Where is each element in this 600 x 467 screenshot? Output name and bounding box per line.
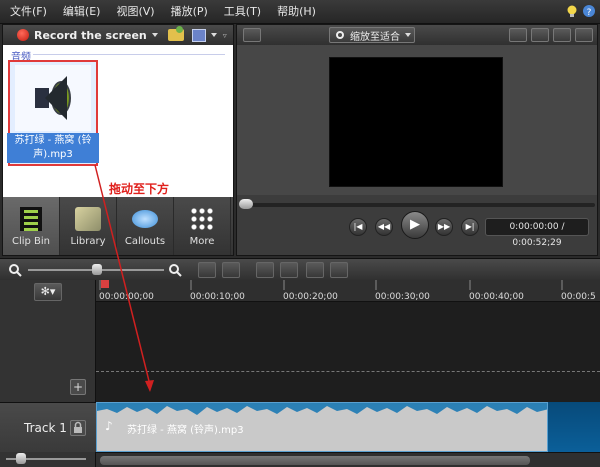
drag-arrow <box>94 164 154 392</box>
drag-instruction: 拖动至下方 <box>109 182 170 196</box>
